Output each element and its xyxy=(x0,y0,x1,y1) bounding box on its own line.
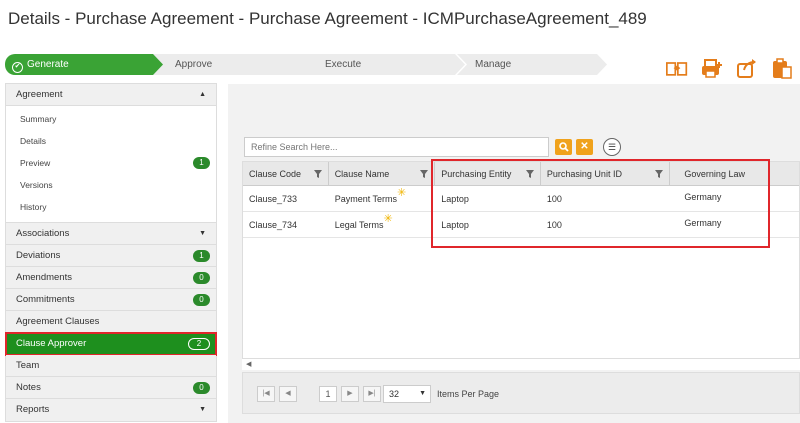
page-size-select[interactable]: 32 ▼ xyxy=(383,385,431,403)
chevron-down-icon: ▼ xyxy=(419,390,426,397)
step-execute[interactable]: Execute xyxy=(305,54,465,75)
sidebar-item-team[interactable]: Team xyxy=(6,355,216,377)
step-generate[interactable]: ✔ Generate xyxy=(5,54,165,75)
search-input[interactable] xyxy=(244,137,549,157)
sidebar-item-summary[interactable]: Summary xyxy=(6,108,216,130)
cell-clause-name: Payment Terms ✳ xyxy=(329,186,436,211)
caret-down-icon: ▼ xyxy=(199,406,206,413)
count-badge: 2 xyxy=(188,338,210,350)
sidebar-item-commitments[interactable]: Commitments 0 xyxy=(6,289,216,311)
prev-page-button[interactable]: ◀ xyxy=(279,386,297,402)
step-approve[interactable]: Approve xyxy=(153,54,321,75)
agreement-submenu: Summary Details Preview 1 Versions Histor… xyxy=(6,106,216,223)
count-badge: 0 xyxy=(193,382,210,394)
search-icon xyxy=(558,142,569,152)
sidebar-item-amendments[interactable]: Amendments 0 xyxy=(6,267,216,289)
sidebar-item-agreement[interactable]: Agreement ▲ xyxy=(6,84,216,106)
check-circle-icon: ✔ xyxy=(12,62,23,73)
clipboard-icon[interactable] xyxy=(771,58,793,79)
sidebar-item-reports[interactable]: Reports ▼ xyxy=(6,399,216,421)
cell-clause-code: Clause_734 xyxy=(249,220,298,230)
main-panel: ✕ ☰ Clause Code Clause Name Purchasing E… xyxy=(228,84,800,423)
count-badge: 1 xyxy=(193,157,210,169)
list-view-button[interactable]: ☰ xyxy=(603,138,621,156)
column-header-clause-code[interactable]: Clause Code xyxy=(243,162,329,185)
close-icon: ✕ xyxy=(580,141,589,152)
filter-icon[interactable] xyxy=(313,170,322,178)
search-button[interactable] xyxy=(555,139,572,155)
page-title: Details - Purchase Agreement - Purchase … xyxy=(8,9,647,28)
caret-down-icon: ▼ xyxy=(199,230,206,237)
sidebar-item-history[interactable]: History xyxy=(6,196,216,218)
last-page-button[interactable]: ▶| xyxy=(363,386,381,402)
sun-icon: ✳ xyxy=(397,187,407,199)
workflow-bar: ✔ Generate Approve Execute Manage xyxy=(5,54,607,75)
sidebar-item-deviations[interactable]: Deviations 1 xyxy=(6,245,216,267)
sidebar: Agreement ▲ Summary Details Preview 1 Vers… xyxy=(5,83,217,422)
sidebar-item-details[interactable]: Details xyxy=(6,130,216,152)
count-badge: 1 xyxy=(193,250,210,262)
filter-icon[interactable] xyxy=(420,170,429,178)
sidebar-item-clause-approver[interactable]: Clause Approver 2 xyxy=(5,332,217,356)
compare-docs-icon[interactable] xyxy=(666,58,688,79)
list-icon: ☰ xyxy=(607,142,617,152)
export-icon[interactable] xyxy=(736,58,758,79)
count-badge: 0 xyxy=(193,272,210,284)
sidebar-item-preview[interactable]: Preview 1 xyxy=(6,152,216,174)
column-header-clause-name[interactable]: Clause Name xyxy=(329,162,436,185)
sun-icon: ✳ xyxy=(383,213,393,225)
count-badge: 0 xyxy=(193,294,210,306)
highlight-box xyxy=(431,159,770,248)
sidebar-item-agreement-clauses[interactable]: Agreement Clauses xyxy=(6,311,216,333)
horizontal-scrollbar[interactable]: ◀ xyxy=(242,358,800,370)
cell-clause-name: Legal Terms ✳ xyxy=(329,212,436,237)
sidebar-item-versions[interactable]: Versions xyxy=(6,174,216,196)
cell-clause-code: Clause_733 xyxy=(249,194,298,204)
sidebar-item-associations[interactable]: Associations ▼ xyxy=(6,223,216,245)
pager: |◀ ◀ 1 ▶ ▶| 32 ▼ Items Per Page xyxy=(242,372,800,414)
page-number[interactable]: 1 xyxy=(319,386,337,402)
items-per-page-label: Items Per Page xyxy=(437,389,500,399)
clear-button[interactable]: ✕ xyxy=(576,139,593,155)
scroll-left-icon[interactable]: ◀ xyxy=(246,361,251,368)
print-add-icon[interactable] xyxy=(701,58,723,79)
caret-up-icon: ▲ xyxy=(199,91,206,98)
sidebar-item-notes[interactable]: Notes 0 xyxy=(6,377,216,399)
toolbar-icons xyxy=(666,58,793,79)
search-bar: ✕ ☰ xyxy=(244,137,621,157)
next-page-button[interactable]: ▶ xyxy=(341,386,359,402)
first-page-button[interactable]: |◀ xyxy=(257,386,275,402)
step-manage[interactable]: Manage xyxy=(457,54,607,75)
